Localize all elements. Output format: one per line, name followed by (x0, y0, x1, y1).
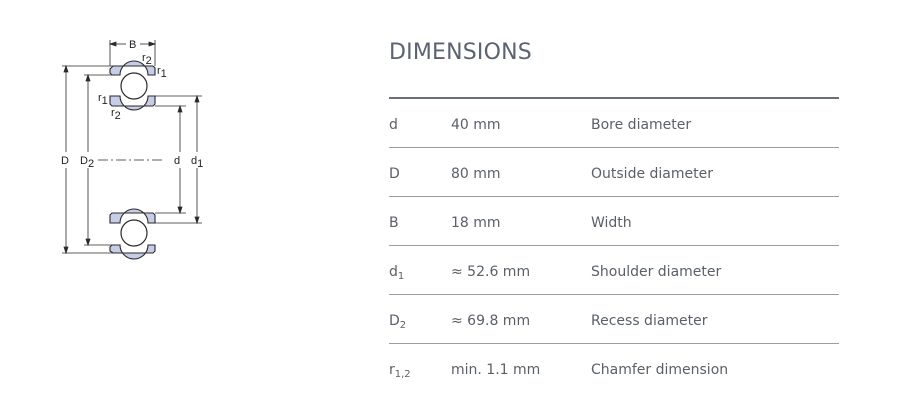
dimension-symbol: D2 (389, 313, 407, 331)
label-B: B (129, 39, 136, 51)
dimension-value: ≈ 52.6 mm (451, 264, 531, 280)
dimension-symbol: D (389, 166, 400, 182)
table-row: r1,2 min. 1.1 mm Chamfer dimension (389, 344, 839, 392)
dimension-description: Outside diameter (591, 166, 713, 182)
dimension-description: Recess diameter (591, 313, 708, 329)
label-D2: D2 (80, 155, 94, 170)
table-row: D2 ≈ 69.8 mm Recess diameter (389, 295, 839, 344)
bearing-bottom-section (109, 208, 156, 260)
dimension-symbol: d1 (389, 264, 405, 282)
label-r2-inner: r2 (111, 107, 121, 122)
section-title: DIMENSIONS (389, 40, 532, 65)
dimension-value: min. 1.1 mm (451, 362, 541, 378)
outer-ring-bottom (109, 244, 156, 260)
dimension-description: Chamfer dimension (591, 362, 729, 378)
dimension-symbol: B (389, 215, 399, 231)
dimension-description: Shoulder diameter (591, 264, 722, 280)
dimensions-table: d 40 mm Bore diameter D 80 mm Outside di… (389, 97, 839, 392)
dimension-description: Bore diameter (591, 117, 692, 133)
dimension-value: ≈ 69.8 mm (451, 313, 531, 329)
ball-bottom (120, 219, 148, 247)
dimension-value: 18 mm (451, 215, 501, 231)
bearing-cross-section-diagram: B D D2 d d1 r2 r1 r1 r2 (61, 39, 203, 260)
label-D: D (61, 155, 69, 167)
dimension-description: Width (591, 215, 632, 231)
dimension-value: 80 mm (451, 166, 501, 182)
dimension-symbol: d (389, 117, 398, 133)
label-d1: d1 (191, 155, 203, 170)
table-row: B 18 mm Width (389, 197, 839, 246)
label-r1-top: r1 (157, 65, 167, 80)
ball-top (120, 72, 148, 100)
table-row: D 80 mm Outside diameter (389, 148, 839, 197)
label-d: d (174, 155, 180, 167)
dimension-value: 40 mm (451, 117, 501, 133)
table-row: d 40 mm Bore diameter (389, 99, 839, 148)
bearing-top-section (109, 60, 156, 111)
table-row: d1 ≈ 52.6 mm Shoulder diameter (389, 246, 839, 295)
dimension-symbol: r1,2 (389, 362, 411, 380)
label-r1-left: r1 (98, 92, 108, 107)
